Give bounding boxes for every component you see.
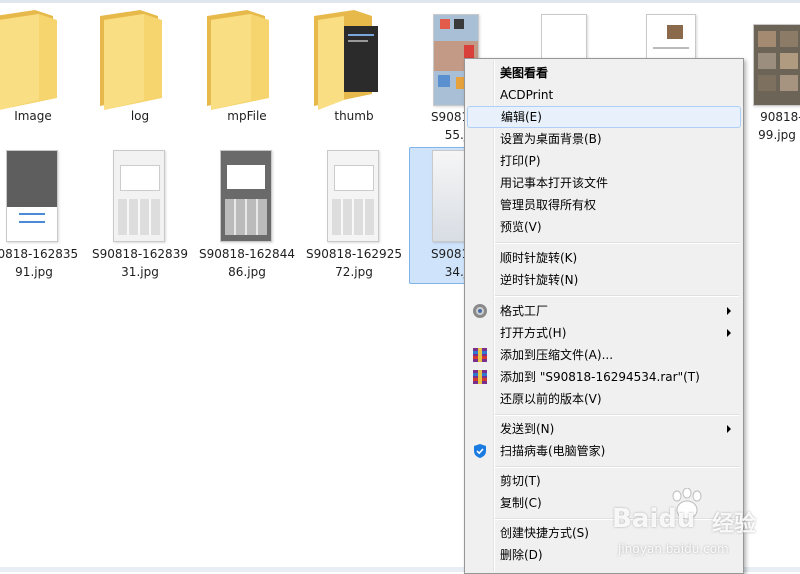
menu-item-scan-virus[interactable]: 扫描病毒(电脑管家) <box>467 440 739 462</box>
watermark-logo-text: Baidu <box>612 504 696 534</box>
folder-label: thumb <box>334 109 374 123</box>
menu-item-meitu[interactable]: 美图看看 <box>467 62 739 84</box>
folder-icon <box>207 10 269 110</box>
menu-item-add-to-archive[interactable]: 添加到压缩文件(A)... <box>467 344 739 366</box>
file-name-line2: 91.jpg <box>15 265 53 279</box>
file-name-line1: 90818-16 <box>760 110 800 124</box>
file-name-line1: S90818-162925 <box>306 247 402 261</box>
format-factory-icon <box>473 304 487 318</box>
menu-item-open-with[interactable]: 打开方式(H) <box>467 322 739 344</box>
file-name-line1: S90818-162844 <box>199 247 295 261</box>
image-thumbnail <box>753 24 800 106</box>
image-thumbnail <box>220 150 272 242</box>
file-name-line2: 86.jpg <box>228 265 266 279</box>
menu-separator <box>495 466 739 468</box>
menu-item-set-wallpaper[interactable]: 设置为桌面背景(B) <box>467 128 739 150</box>
menu-item-rotate-ccw[interactable]: 逆时针旋转(N) <box>467 269 739 291</box>
menu-item-take-ownership[interactable]: 管理员取得所有权 <box>467 194 739 216</box>
folder-label: mpFile <box>227 109 267 123</box>
window-top-border <box>0 0 800 3</box>
file-name-line1: 90818-162835 <box>0 247 79 261</box>
image-thumbnail <box>646 14 696 60</box>
file-name-line1: S90818-162839 <box>92 247 188 261</box>
submenu-arrow-icon <box>727 307 731 315</box>
menu-item-add-to-rar[interactable]: 添加到 "S90818-16294534.rar"(T) <box>467 366 739 388</box>
menu-item-edit[interactable]: 编辑(E) <box>467 106 741 128</box>
shield-icon <box>474 444 486 458</box>
menu-item-preview[interactable]: 预览(V) <box>467 216 739 238</box>
image-thumbnail <box>541 14 587 60</box>
menu-item-restore-versions[interactable]: 还原以前的版本(V) <box>467 388 739 410</box>
menu-item-open-notepad[interactable]: 用记事本打开该文件 <box>467 172 739 194</box>
menu-separator <box>495 295 739 297</box>
submenu-arrow-icon <box>727 329 731 337</box>
menu-item-print[interactable]: 打印(P) <box>467 150 739 172</box>
menu-separator <box>495 242 739 244</box>
submenu-arrow-icon <box>727 425 731 433</box>
watermark-jingyan-text: 经验 <box>712 512 757 537</box>
file-name-line2: 72.jpg <box>335 265 373 279</box>
menu-item-acdprint[interactable]: ACDPrint <box>467 84 739 106</box>
menu-item-send-to[interactable]: 发送到(N) <box>467 418 739 440</box>
menu-separator <box>495 414 739 416</box>
folder-icon <box>314 10 378 110</box>
watermark-url: jingyan.baidu.com <box>618 542 729 556</box>
folder-icon <box>0 10 57 110</box>
winrar-icon <box>473 370 487 384</box>
file-name-line2: 31.jpg <box>121 265 159 279</box>
winrar-icon <box>473 348 487 362</box>
baidu-jingyan-watermark: Baidu 经验 jingyan.baidu.com <box>612 488 792 568</box>
file-name-line2: 99.jpg <box>758 128 796 142</box>
folder-label: Image <box>14 109 52 123</box>
image-thumbnail <box>113 150 165 242</box>
menu-item-format-factory[interactable]: 格式工厂 <box>467 300 739 322</box>
image-thumbnail <box>6 150 58 242</box>
menu-item-rotate-cw[interactable]: 顺时针旋转(K) <box>467 247 739 269</box>
folder-icon <box>100 10 162 110</box>
folder-label: log <box>130 109 150 123</box>
image-thumbnail <box>327 150 379 242</box>
